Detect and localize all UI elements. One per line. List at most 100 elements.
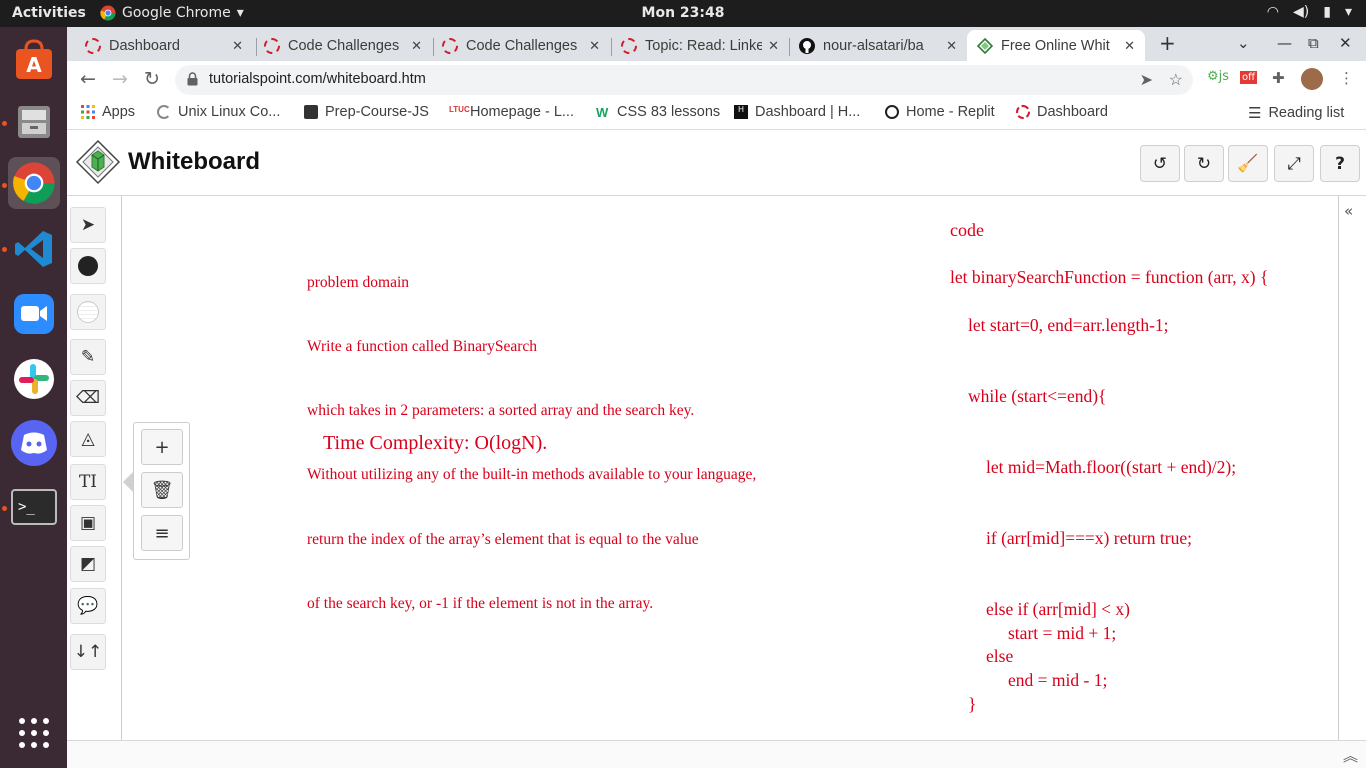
tab-topic-read-linked[interactable]: Topic: Read: Linked ✕ — [611, 30, 789, 61]
bookmark-label: Prep-Course-JS — [325, 104, 429, 120]
close-icon[interactable]: ✕ — [411, 38, 422, 54]
bookmark-replit[interactable]: Home - Replit — [885, 104, 995, 120]
bookmark-star-icon[interactable]: ☆ — [1169, 70, 1183, 90]
restore-icon[interactable]: ⧉ — [1308, 34, 1319, 52]
collapse-panel-icon[interactable]: « — [1344, 202, 1353, 220]
reload-icon[interactable]: ↻ — [144, 68, 160, 90]
broom-icon: 🧹 — [1237, 153, 1259, 174]
complexity-text[interactable]: Time Complexity: O(logN). — [323, 432, 547, 455]
sort-tool[interactable]: ↓↑ — [70, 634, 106, 670]
close-icon[interactable]: ✕ — [946, 38, 957, 54]
more-menu-icon[interactable]: ⋮ — [1339, 69, 1354, 87]
running-indicator — [2, 121, 7, 126]
js-extension-icon[interactable]: ⚙js — [1207, 69, 1229, 84]
expand-up-icon[interactable]: ︽ — [1343, 745, 1358, 766]
comment-tool[interactable]: 💬 — [70, 588, 106, 624]
help-button[interactable]: ? — [1320, 145, 1360, 182]
new-tab-button[interactable]: + — [1159, 31, 1176, 55]
stamp-icon: ◩ — [79, 554, 97, 574]
tab-code-challenges-1[interactable]: Code Challenges ✕ — [254, 30, 432, 61]
eraser-tool[interactable]: ⌫ — [70, 380, 106, 416]
tab-dashboard[interactable]: Dashboard ✕ — [75, 30, 253, 61]
code-line[interactable]: else if (arr[mid] < x) — [986, 599, 1130, 620]
running-indicator — [2, 247, 7, 252]
image-tool[interactable]: ▣ — [70, 505, 106, 541]
code-line[interactable]: while (start<=end){ — [968, 386, 1106, 407]
drawing-canvas[interactable]: problem domain Write a function called B… — [122, 197, 1338, 740]
close-window-icon[interactable]: ✕ — [1339, 34, 1352, 52]
slack-icon[interactable] — [8, 353, 60, 405]
zoom-icon[interactable] — [8, 288, 60, 340]
address-bar[interactable]: tutorialspoint.com/whiteboard.htm ➤ ☆ — [175, 65, 1193, 95]
code-line[interactable]: start = mid + 1; — [1008, 623, 1116, 644]
clear-button[interactable]: 🧹 — [1228, 145, 1268, 182]
bookmark-label: Dashboard — [1037, 104, 1108, 120]
code-line[interactable]: end = mid - 1; — [1008, 670, 1107, 691]
chevron-down-icon: ▾ — [1344, 4, 1352, 20]
stamp-tool[interactable]: ◩ — [70, 546, 106, 582]
close-icon[interactable]: ✕ — [768, 38, 779, 54]
problem-line: return the index of the array’s element … — [307, 530, 699, 548]
pencil-tool[interactable]: ✎ — [70, 339, 106, 375]
fullscreen-button[interactable]: ⤢ — [1274, 145, 1314, 182]
bookmark-label: Unix Linux Co... — [178, 104, 281, 120]
text-tool[interactable]: TI — [70, 464, 106, 500]
fill-tool[interactable] — [70, 294, 106, 330]
vscode-icon[interactable] — [8, 223, 60, 275]
undo-button[interactable]: ↺ — [1140, 145, 1180, 182]
terminal-icon[interactable]: >_ — [8, 481, 60, 533]
svg-text:>_: >_ — [18, 499, 35, 515]
tab-github-repo[interactable]: nour-alsatari/ba ✕ — [789, 30, 967, 61]
redo-button[interactable]: ↻ — [1184, 145, 1224, 182]
show-apps-icon[interactable] — [8, 707, 60, 759]
off-extension-icon[interactable]: off — [1240, 71, 1258, 84]
tab-code-challenges-2[interactable]: Code Challenges ✕ — [432, 30, 610, 61]
discord-icon[interactable] — [8, 417, 60, 469]
tab-whiteboard[interactable]: Free Online Whit ✕ — [967, 30, 1145, 61]
system-menu[interactable]: ◠ ◀) ▮ ▾ — [1267, 4, 1352, 20]
code-line[interactable]: } — [968, 694, 976, 715]
software-center-icon[interactable]: A — [8, 35, 60, 87]
bookmark-homepage[interactable]: LTUC Homepage - L... — [449, 104, 574, 120]
profile-avatar[interactable] — [1301, 68, 1323, 90]
select-tool[interactable]: ➤ — [70, 207, 106, 243]
chrome-dock-icon[interactable] — [8, 157, 60, 209]
canvas-favicon-icon — [85, 37, 101, 54]
canvas-right-border — [1338, 196, 1339, 741]
forward-icon[interactable]: → — [112, 68, 128, 90]
reading-list-button[interactable]: ☰ Reading list — [1248, 104, 1344, 122]
clock[interactable]: Mon 23:48 — [0, 5, 1366, 21]
send-icon[interactable]: ➤ — [1140, 70, 1153, 90]
color-tool[interactable] — [70, 248, 106, 284]
minimize-icon[interactable]: — — [1277, 34, 1292, 52]
code-line[interactable]: else — [986, 646, 1013, 667]
problem-line: problem domain — [307, 273, 410, 291]
bookmark-prep-course[interactable]: Prep-Course-JS — [304, 104, 429, 120]
code-line[interactable]: let binarySearchFunction = function (arr… — [950, 267, 1268, 288]
problem-line: Write a function called BinarySearch — [307, 338, 538, 356]
extensions-puzzle-icon[interactable]: ✚ — [1272, 69, 1285, 87]
back-icon[interactable]: ← — [80, 68, 96, 90]
bookmark-css-lessons[interactable]: W CSS 83 lessons — [596, 104, 720, 120]
code-line[interactable]: let start=0, end=arr.length-1; — [968, 315, 1169, 336]
shapes-tool[interactable]: ◬ — [70, 421, 106, 457]
files-icon[interactable] — [8, 95, 60, 147]
whiteboard-header: Whiteboard ↺ ↻ 🧹 ⤢ ? — [67, 131, 1366, 196]
code-line[interactable]: if (arr[mid]===x) return true; — [986, 528, 1192, 549]
tutorialspoint-logo — [75, 139, 121, 185]
code-line[interactable]: let mid=Math.floor((start + end)/2); — [986, 457, 1236, 478]
code-heading[interactable]: code — [950, 220, 984, 241]
bookmark-label: Home - Replit — [906, 104, 995, 120]
bookmark-apps[interactable]: Apps — [81, 104, 135, 120]
tab-search-icon[interactable]: ⌄ — [1237, 34, 1250, 52]
bookmark-unix-linux[interactable]: Unix Linux Co... — [157, 104, 280, 120]
eraser-icon: ⌫ — [75, 388, 101, 408]
whiteboard-page: Whiteboard ↺ ↻ 🧹 ⤢ ? ➤ ✎ ⌫ ◬ TI ▣ ◩ 💬 ↓↑… — [67, 131, 1366, 768]
tab-title: Dashboard — [109, 37, 180, 54]
close-icon[interactable]: ✕ — [232, 38, 243, 54]
bookmark-dashboard[interactable]: Dashboard — [1016, 104, 1108, 120]
page-title: Whiteboard — [128, 148, 260, 175]
bookmark-dashboard-h[interactable]: H Dashboard | H... — [734, 104, 860, 120]
close-icon[interactable]: ✕ — [1124, 38, 1135, 54]
close-icon[interactable]: ✕ — [589, 38, 600, 54]
